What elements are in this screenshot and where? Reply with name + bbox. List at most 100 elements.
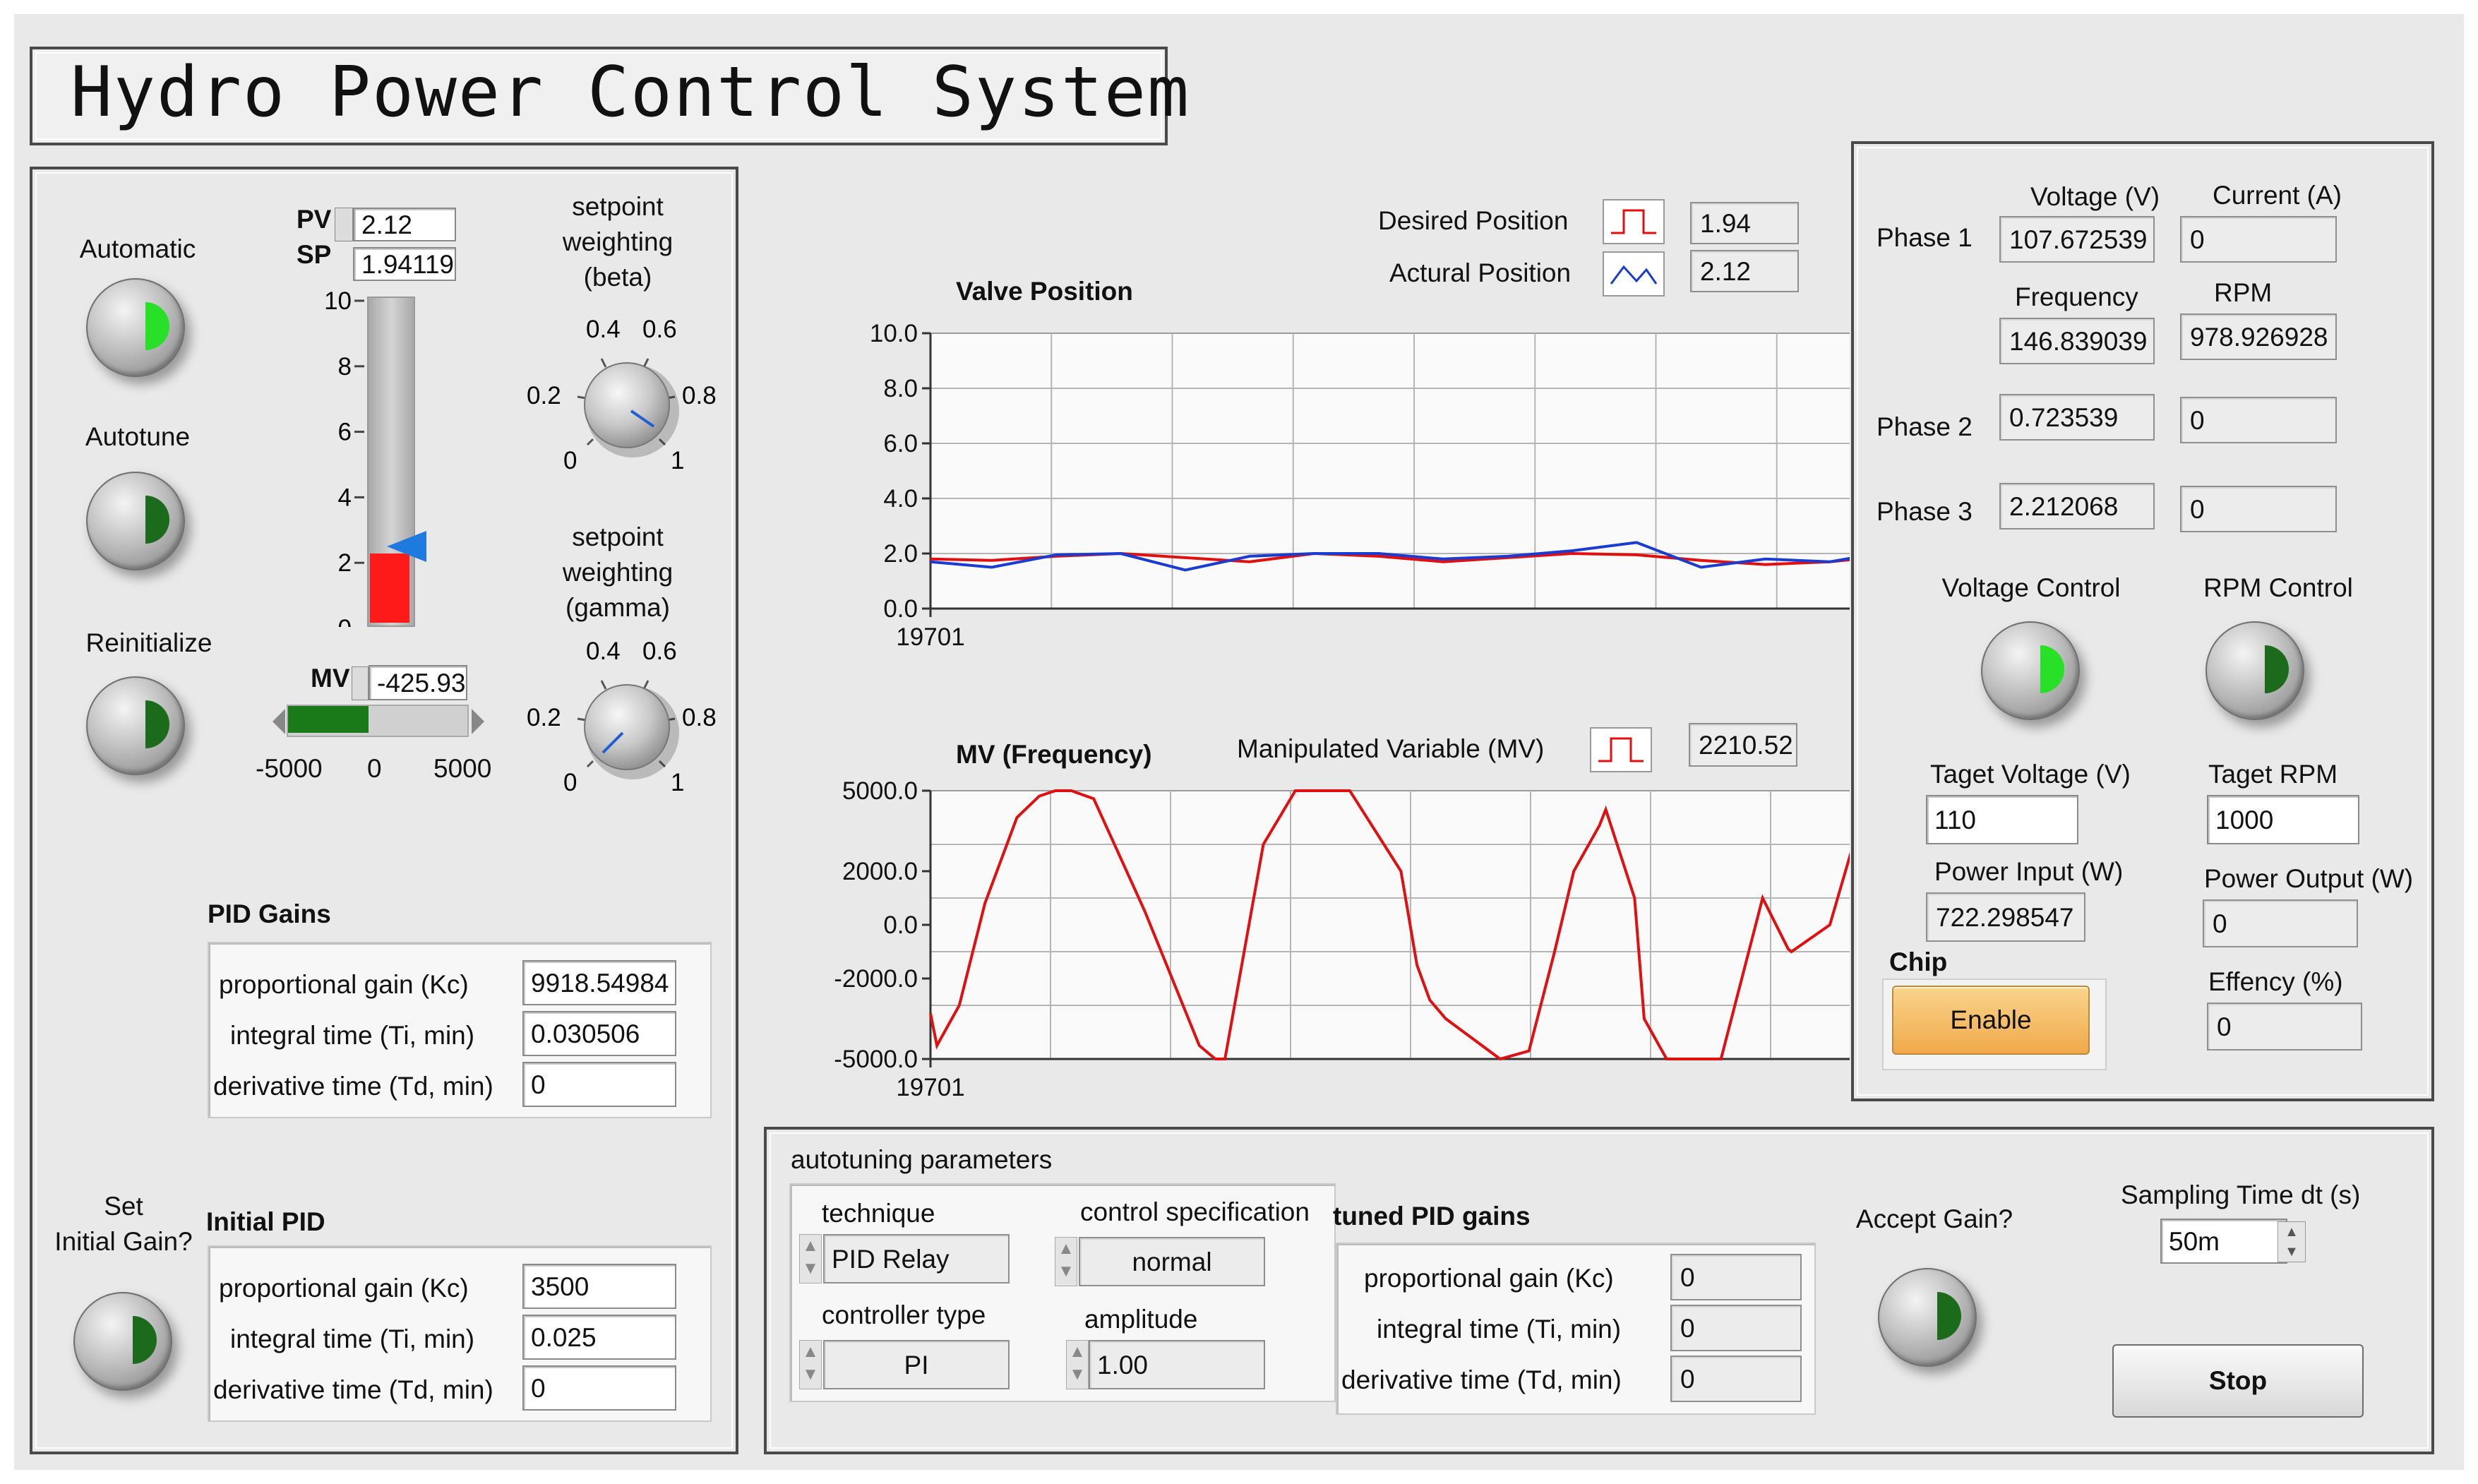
pid-kc-label: proportional gain (Kc) xyxy=(219,970,469,999)
knob-tick-02: 0.2 xyxy=(527,382,561,409)
mv-value-field[interactable]: -425.93 xyxy=(369,665,467,700)
phase1-label: Phase 1 xyxy=(1877,223,1973,252)
pid-td-field[interactable]: 0 xyxy=(522,1062,676,1107)
beta-knob[interactable]: 0.4 0.6 0.2 0.8 0 1 xyxy=(515,311,727,480)
tuned-td-value: 0 xyxy=(1670,1356,1802,1402)
mv-scale-min: -5000 xyxy=(256,754,323,783)
technique-spinner[interactable]: ▲ ▼ xyxy=(799,1234,822,1283)
valve-position-chart: 10.08.06.04.02.00.01970120001 xyxy=(870,320,1850,651)
sampling-time-field[interactable]: 50m xyxy=(2160,1219,2287,1264)
tuned-kc-label: proportional gain (Kc) xyxy=(1364,1264,1614,1293)
reinitialize-toggle[interactable] xyxy=(86,676,185,775)
control-spec-select[interactable]: normal xyxy=(1079,1237,1265,1286)
phase2-current: 0 xyxy=(2180,397,2337,443)
gamma-label-line2: weighting xyxy=(562,558,674,587)
set-initial-gain-toggle[interactable] xyxy=(73,1292,172,1391)
stop-button[interactable]: Stop xyxy=(2112,1344,2364,1418)
legend-desired-value: 1.94 xyxy=(1690,202,1799,244)
y-tick-label: 5000.0 xyxy=(842,777,918,805)
legend-actual-value: 2.12 xyxy=(1690,250,1799,292)
sampling-time-label: Sampling Time dt (s) xyxy=(2121,1180,2361,1209)
pv-spinner[interactable] xyxy=(335,208,353,241)
reinitialize-label: Reinitialize xyxy=(85,628,213,657)
mv-slider-fill xyxy=(288,706,369,733)
mv-frequency-chart: 5000.02000.00.0-2000.0-5000.01970120001 xyxy=(834,777,1850,1101)
slider-scale: 10 8 6 4 2 0 xyxy=(297,287,367,642)
knob-tick-08: 0.8 xyxy=(682,382,717,409)
knob-tick-06: 0.6 xyxy=(642,638,677,665)
target-voltage-label: Taget Voltage (V) xyxy=(1930,760,2131,789)
mv-slider-left-arrow[interactable] xyxy=(273,709,285,734)
power-output-label: Power Output (W) xyxy=(2204,864,2414,893)
control-spec-spinner[interactable]: ▲ ▼ xyxy=(1055,1237,1077,1286)
pv-slider-fill xyxy=(370,553,409,623)
automatic-toggle[interactable] xyxy=(86,278,185,377)
initial-kc-field[interactable]: 3500 xyxy=(522,1264,676,1309)
amplitude-field[interactable]: 1.00 xyxy=(1089,1340,1265,1389)
gamma-knob[interactable]: 0.4 0.6 0.2 0.8 0 1 xyxy=(515,633,727,802)
phase1-frequency: 146.839039 xyxy=(1999,318,2155,364)
y-tick-label: 8.0 xyxy=(883,375,918,402)
led-off-indicator xyxy=(145,700,169,748)
power-input-value: 722.298547 xyxy=(1926,892,2085,942)
pv-label: PV xyxy=(297,205,332,234)
tuned-ti-label: integral time (Ti, min) xyxy=(1377,1315,1622,1344)
knob-tick-0: 0 xyxy=(563,447,577,474)
sampling-time-spinner[interactable]: ▲ ▼ xyxy=(2278,1221,2306,1262)
set-initial-gain-label-1: Set xyxy=(104,1192,143,1221)
pid-kc-field[interactable]: 9918.54984 xyxy=(522,960,676,1005)
slider-tick-label: 4 xyxy=(338,484,352,511)
y-tick-label: 0.0 xyxy=(883,595,918,623)
legend-mv-swatch xyxy=(1590,727,1652,772)
technique-select[interactable]: PID Relay xyxy=(823,1234,1010,1283)
pid-td-label: derivative time (Td, min) xyxy=(213,1072,493,1101)
led-off-indicator xyxy=(2265,645,2289,693)
knob-tick-1: 1 xyxy=(671,447,684,474)
knob-tick-04: 0.4 xyxy=(586,316,621,343)
legend-actual-swatch xyxy=(1603,251,1665,297)
initial-ti-field[interactable]: 0.025 xyxy=(522,1315,676,1360)
pv-value-field[interactable]: 2.12 xyxy=(353,208,456,241)
mv-slider-right-arrow[interactable] xyxy=(472,709,484,734)
phase3-current: 0 xyxy=(2180,486,2337,532)
controller-type-spinner[interactable]: ▲ ▼ xyxy=(799,1340,822,1389)
automatic-label: Automatic xyxy=(79,234,196,263)
target-rpm-label: Taget RPM xyxy=(2208,760,2338,789)
legend-desired-swatch xyxy=(1603,199,1665,244)
pid-ti-field[interactable]: 0.030506 xyxy=(522,1011,676,1056)
control-spec-label: control specification xyxy=(1080,1197,1310,1226)
autotune-toggle[interactable] xyxy=(86,472,185,570)
amplitude-spinner[interactable]: ▲ ▼ xyxy=(1066,1340,1089,1389)
initial-td-field[interactable]: 0 xyxy=(522,1365,676,1411)
target-rpm-field[interactable]: 1000 xyxy=(2207,795,2359,844)
controller-type-select[interactable]: PI xyxy=(823,1340,1010,1389)
controller-type-label: controller type xyxy=(822,1300,986,1329)
efficiency-value: 0 xyxy=(2207,1003,2362,1051)
initial-kc-label: proportional gain (Kc) xyxy=(219,1274,469,1303)
target-voltage-field[interactable]: 110 xyxy=(1926,795,2078,844)
knob-tick-1: 1 xyxy=(671,769,684,796)
set-initial-gain-label-2: Initial Gain? xyxy=(54,1227,193,1256)
valve-chart-title: Valve Position xyxy=(956,277,1133,306)
y-tick-label: 2.0 xyxy=(883,540,918,568)
accept-gain-toggle[interactable] xyxy=(1878,1268,1977,1367)
slider-tick-label: 2 xyxy=(338,549,352,577)
beta-label-line2: weighting xyxy=(562,227,674,256)
voltage-control-toggle[interactable] xyxy=(1981,621,2080,720)
sp-pointer-handle[interactable] xyxy=(387,531,426,562)
phase1-current: 0 xyxy=(2180,216,2337,263)
rpm-control-toggle[interactable] xyxy=(2205,621,2304,720)
pid-gains-title: PID Gains xyxy=(208,899,331,928)
led-on-indicator xyxy=(2040,645,2064,693)
legend-actual-label: Actural Position xyxy=(1389,258,1572,287)
mv-label: MV xyxy=(311,664,350,693)
led-off-indicator xyxy=(145,496,169,544)
pid-ti-label: integral time (Ti, min) xyxy=(230,1021,475,1050)
enable-button[interactable]: Enable xyxy=(1892,986,2090,1055)
phase1-voltage: 107.672539 xyxy=(1999,216,2155,263)
sp-value-field[interactable]: 1.94119 xyxy=(353,247,456,281)
y-tick-label: 0.0 xyxy=(883,911,918,939)
mv-spinner[interactable] xyxy=(352,666,369,700)
tuned-kc-value: 0 xyxy=(1670,1254,1802,1300)
rpm-control-label: RPM Control xyxy=(2203,573,2353,602)
